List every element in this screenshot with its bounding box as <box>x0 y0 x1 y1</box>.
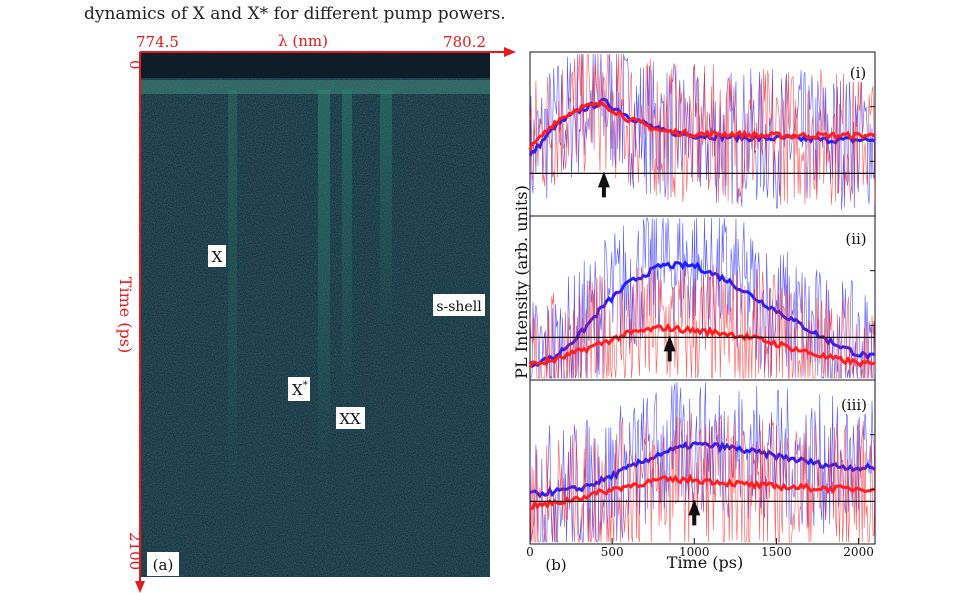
x-axis-label: Time (ps) <box>667 553 743 572</box>
x-tick-label: 0 <box>526 545 534 559</box>
label-s-shell: s-shell <box>436 299 482 315</box>
subpanel-label-ii: (ii) <box>845 230 866 248</box>
subpanel-label-iii: (iii) <box>841 396 867 414</box>
panel-a: 774.5 λ (nm) 780.2 0 Time (ps) 2100 X X*… <box>116 32 516 593</box>
laser-band <box>140 80 490 94</box>
figure: 774.5 λ (nm) 780.2 0 Time (ps) 2100 X X*… <box>116 32 877 593</box>
left-axis-label: Time (ps) <box>116 277 135 353</box>
label-x-star-superscript: * <box>303 380 308 391</box>
top-axis-left-tick: 774.5 <box>136 33 179 51</box>
top-axis-right-tick: 780.2 <box>443 33 486 51</box>
dark-top-band <box>140 52 490 78</box>
y-axis-label: PL Intensity (arb. units) <box>512 185 531 379</box>
left-axis-top-tick: 0 <box>126 60 144 70</box>
panel-a-label: (a) <box>153 556 174 574</box>
x-tick-label: 2000 <box>843 545 874 559</box>
label-x: X <box>212 248 223 266</box>
x-tick-label: 500 <box>601 545 624 559</box>
label-x-star-base: X <box>292 381 303 399</box>
x-tick-label: 1500 <box>761 545 792 559</box>
top-axis-label: λ (nm) <box>278 32 328 50</box>
panel-b: 0 500 1000 1500 2000 (i) (ii) (iii) PL Inten… <box>512 51 877 576</box>
subpanel-label-i: (i) <box>850 64 867 82</box>
panel-b-label: (b) <box>545 556 566 574</box>
left-axis-bottom-tick: 2100 <box>126 532 144 570</box>
left-axis-arrow <box>135 581 145 593</box>
top-axis-arrow <box>504 47 516 57</box>
label-xx: XX <box>339 410 361 428</box>
